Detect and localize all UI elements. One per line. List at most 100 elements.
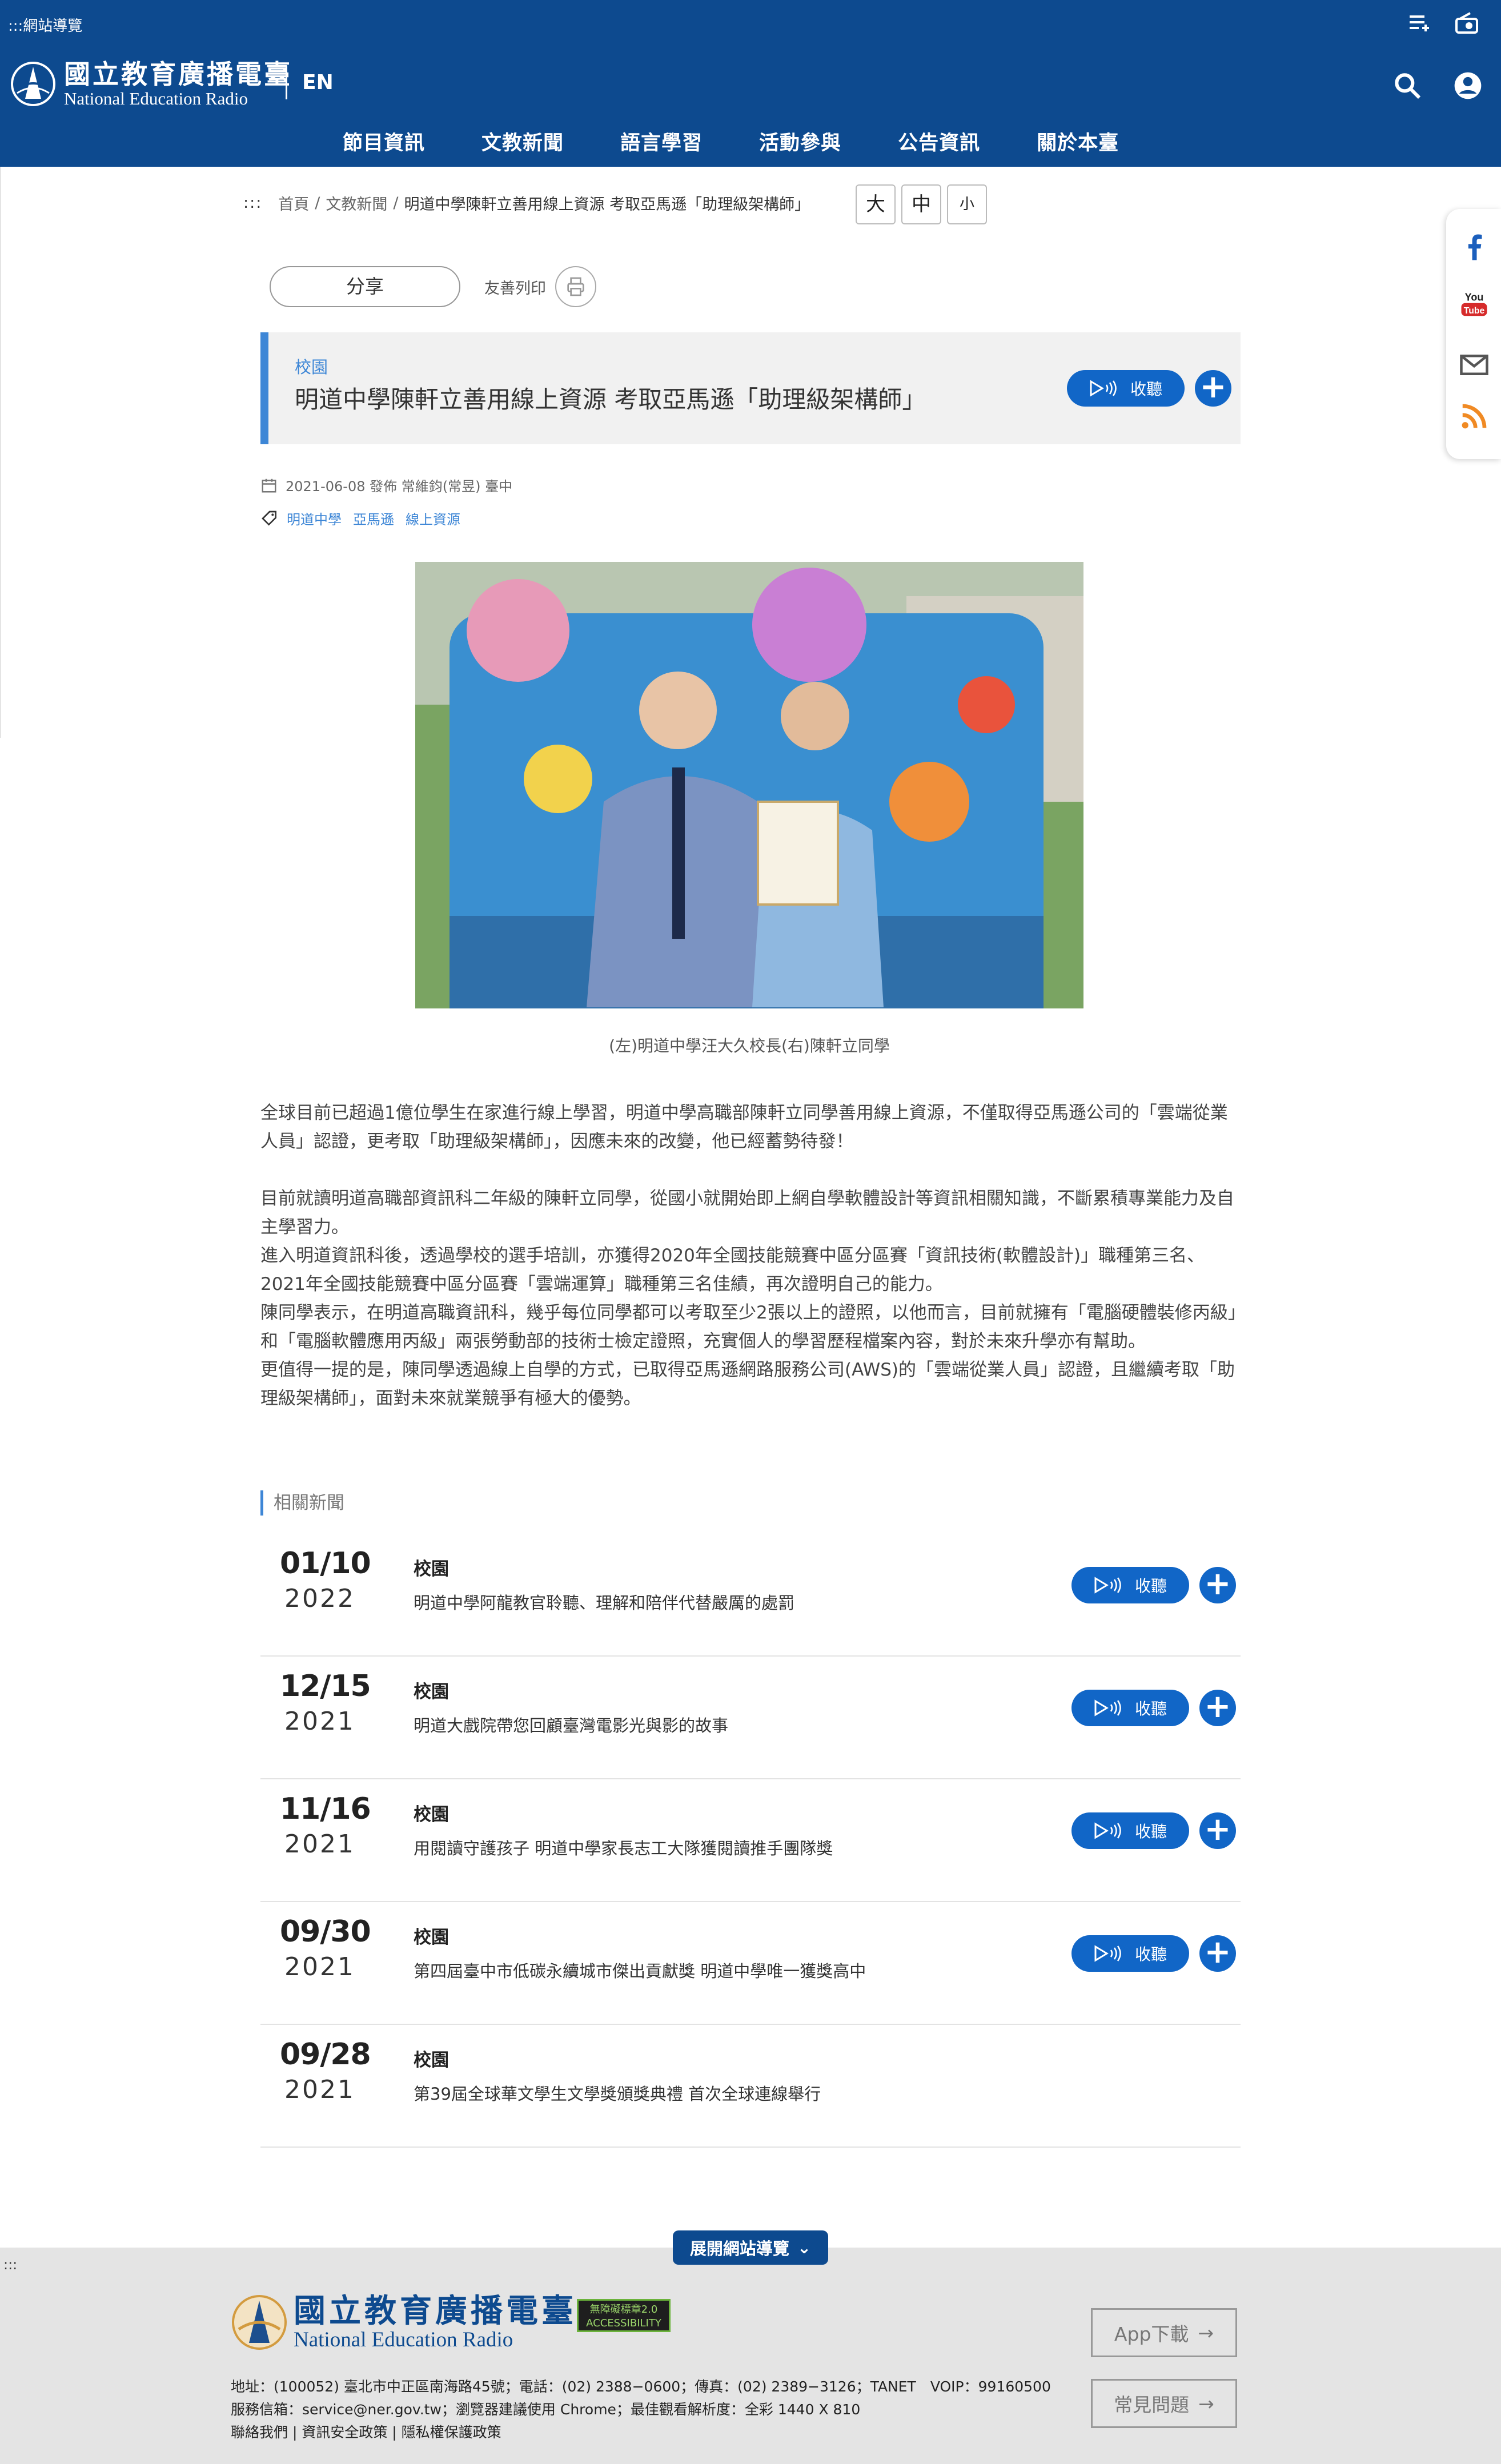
listen-label: 收聽	[1134, 1945, 1167, 1964]
listen-label: 收聽	[1134, 1822, 1167, 1841]
nav-item-events[interactable]: 活動參與	[759, 127, 841, 156]
radio-icon[interactable]	[1453, 10, 1480, 39]
svg-text:Tube: Tube	[1464, 306, 1485, 316]
breadcrumb-news[interactable]: 文教新聞	[326, 192, 387, 214]
news-title-link[interactable]: 用閱讀守護孩子 明道中學家長志工大隊獲閱讀推手團隊獎	[414, 1835, 833, 1859]
logo-english: National Education Radio	[64, 89, 248, 108]
related-news-item[interactable]: 11/16 2021 校園 用閱讀守護孩子 明道中學家長志工大隊獲閱讀推手團隊獎…	[260, 1779, 1241, 1902]
tag-link[interactable]: 明道中學	[287, 508, 342, 528]
left-edge-line	[0, 167, 1, 738]
font-size-large-button[interactable]: 大	[856, 184, 896, 224]
news-category: 校園	[414, 1682, 449, 1702]
listen-button[interactable]: 收聽	[1071, 1567, 1189, 1603]
breadcrumb-separator: /	[315, 194, 320, 212]
print-button[interactable]	[555, 266, 596, 307]
font-size-small-button[interactable]: 小	[947, 184, 987, 224]
mail-icon[interactable]	[1459, 349, 1490, 380]
rss-icon[interactable]	[1459, 401, 1490, 432]
breadcrumb-home[interactable]: 首頁	[278, 192, 309, 214]
add-to-playlist-button[interactable]: +	[1199, 1935, 1236, 1972]
listen-button[interactable]: 收聽	[1071, 1812, 1189, 1849]
faq-label: 常見問題	[1114, 2394, 1190, 2416]
news-title-link[interactable]: 第四屆臺中市低碳永續城市傑出貢獻獎 明道中學唯一獲獎高中	[414, 1958, 866, 1982]
playlist-icon[interactable]	[1406, 10, 1434, 39]
news-category: 校園	[414, 1559, 449, 1579]
add-to-playlist-button[interactable]: +	[1199, 1690, 1236, 1726]
news-year: 2021	[284, 1952, 355, 1981]
listen-button[interactable]: 收聽	[1067, 370, 1185, 407]
breadcrumb-anchor: :::	[243, 194, 263, 212]
app-download-button[interactable]: App下載 →	[1091, 2308, 1237, 2357]
ner-logo-icon	[232, 2295, 287, 2350]
photo-caption: (左)明道中學汪大久校長(右)陳軒立同學	[609, 1036, 890, 1055]
accessibility-badge[interactable]: 無障礙標章2.0 ACCESSIBILITY	[577, 2299, 671, 2332]
article-category[interactable]: 校園	[295, 354, 328, 378]
article-body: 全球目前已超過1億位學生在家進行線上學習，明道中學高職部陳軒立同學善用線上資源，…	[260, 1099, 1241, 1413]
expand-sitemap-button[interactable]: 展開網站導覽 ⌄	[673, 2230, 828, 2265]
arrow-right-icon: →	[1198, 2321, 1214, 2344]
breadcrumb-current: 明道中學陳軒立善用線上資源 考取亞馬遜「助理級架構師」	[404, 196, 810, 214]
article-paragraph: 進入明道資訊科後，透過學校的選手培訓，亦獲得2020年全國技能競賽中區分區賽「資…	[260, 1245, 1205, 1295]
share-button[interactable]: 分享	[270, 266, 460, 307]
news-category: 校園	[414, 2050, 449, 2071]
related-news-heading: 相關新聞	[260, 1490, 344, 1516]
listen-label: 收聽	[1134, 1699, 1167, 1718]
news-year: 2021	[284, 2075, 355, 2104]
ner-logo-icon	[11, 62, 55, 106]
nav-item-about[interactable]: 關於本臺	[1037, 127, 1119, 156]
tag-link[interactable]: 亞馬遜	[353, 508, 394, 528]
user-icon[interactable]	[1452, 70, 1484, 104]
listen-label: 收聽	[1130, 380, 1162, 399]
footer-logo-chinese: 國立教育廣播電臺	[294, 2292, 577, 2330]
footer-logo-text: 國立教育廣播電臺 National Education Radio	[294, 2293, 577, 2352]
header-icons	[1391, 70, 1484, 104]
youtube-icon[interactable]: You Tube	[1459, 289, 1490, 320]
listen-button[interactable]: 收聽	[1071, 1690, 1189, 1726]
print-label: 友善列印	[484, 279, 546, 298]
related-news-item[interactable]: 12/15 2021 校園 明道大戲院帶您回顧臺灣電影光與影的故事 收聽 +	[260, 1657, 1241, 1779]
nav-item-announcements[interactable]: 公告資訊	[898, 127, 980, 156]
news-title-link[interactable]: 明道中學阿龍教官聆聽、理解和陪伴代替嚴厲的處罰	[414, 1590, 794, 1614]
add-to-playlist-button[interactable]: +	[1195, 370, 1231, 407]
play-audio-icon	[1094, 1699, 1121, 1717]
search-icon[interactable]	[1391, 70, 1423, 104]
news-year: 2022	[284, 1584, 355, 1613]
play-audio-icon	[1094, 1577, 1121, 1594]
news-title-link[interactable]: 明道大戲院帶您回顧臺灣電影光與影的故事	[414, 1713, 728, 1737]
news-title-link[interactable]: 第39屆全球華文學生文學獎頒獎典禮 首次全球連線舉行	[414, 2081, 821, 2105]
related-news-list: 01/10 2022 校園 明道中學阿龍教官聆聽、理解和陪伴代替嚴厲的處罰 收聽…	[260, 1534, 1241, 2148]
add-to-playlist-button[interactable]: +	[1199, 1567, 1236, 1603]
related-news-item[interactable]: 09/30 2021 校園 第四屆臺中市低碳永續城市傑出貢獻獎 明道中學唯一獲獎…	[260, 1902, 1241, 2025]
nav-item-programs[interactable]: 節目資訊	[343, 127, 425, 156]
sitemap-link[interactable]: :::網站導覽	[8, 14, 82, 35]
play-audio-icon	[1090, 380, 1117, 397]
arrow-right-icon: →	[1198, 2392, 1214, 2415]
article-paragraph: 全球目前已超過1億位學生在家進行線上學習，明道中學高職部陳軒立同學善用線上資源，…	[260, 1103, 1228, 1152]
tag-link[interactable]: 線上資源	[406, 508, 460, 528]
font-size-medium-button[interactable]: 中	[901, 184, 941, 224]
news-date: 11/16	[280, 1792, 371, 1826]
article-header: 校園 明道中學陳軒立善用線上資源 考取亞馬遜「助理級架構師」 收聽 +	[260, 332, 1241, 444]
article-tags: 明道中學 亞馬遜 線上資源	[260, 508, 472, 528]
news-category: 校園	[414, 1804, 449, 1825]
add-to-playlist-button[interactable]: +	[1199, 1812, 1236, 1849]
tag-icon	[262, 511, 276, 526]
related-news-item[interactable]: 09/28 2021 校園 第39屆全球華文學生文學獎頒獎典禮 首次全球連線舉行	[260, 2025, 1241, 2148]
footer-links[interactable]: 聯絡我們 | 資訊安全政策 | 隱私權保護政策	[231, 2421, 1051, 2444]
logo-text: 國立教育廣播電臺 National Education Radio	[64, 59, 292, 108]
related-news-item[interactable]: 01/10 2022 校園 明道中學阿龍教官聆聽、理解和陪伴代替嚴厲的處罰 收聽…	[260, 1534, 1241, 1657]
site-logo[interactable]: 國立教育廣播電臺 National Education Radio	[10, 59, 292, 108]
article-title: 明道中學陳軒立善用線上資源 考取亞馬遜「助理級架構師」	[295, 385, 926, 413]
language-switch[interactable]: EN	[286, 66, 334, 99]
footer-service: 服務信箱：service@ner.gov.tw；瀏覽器建議使用 Chrome；最…	[231, 2401, 861, 2418]
news-category: 校園	[414, 1927, 449, 1948]
faq-button[interactable]: 常見問題 →	[1091, 2379, 1237, 2428]
footer-logo-english: National Education Radio	[294, 2328, 513, 2352]
nav-item-language[interactable]: 語言學習	[620, 127, 703, 156]
logo-chinese: 國立教育廣播電臺	[64, 59, 292, 90]
listen-label: 收聽	[1134, 1577, 1167, 1595]
listen-button[interactable]: 收聽	[1071, 1935, 1189, 1972]
facebook-icon[interactable]	[1459, 232, 1490, 263]
app-download-label: App下載	[1114, 2323, 1189, 2345]
nav-item-news[interactable]: 文教新聞	[481, 127, 564, 156]
